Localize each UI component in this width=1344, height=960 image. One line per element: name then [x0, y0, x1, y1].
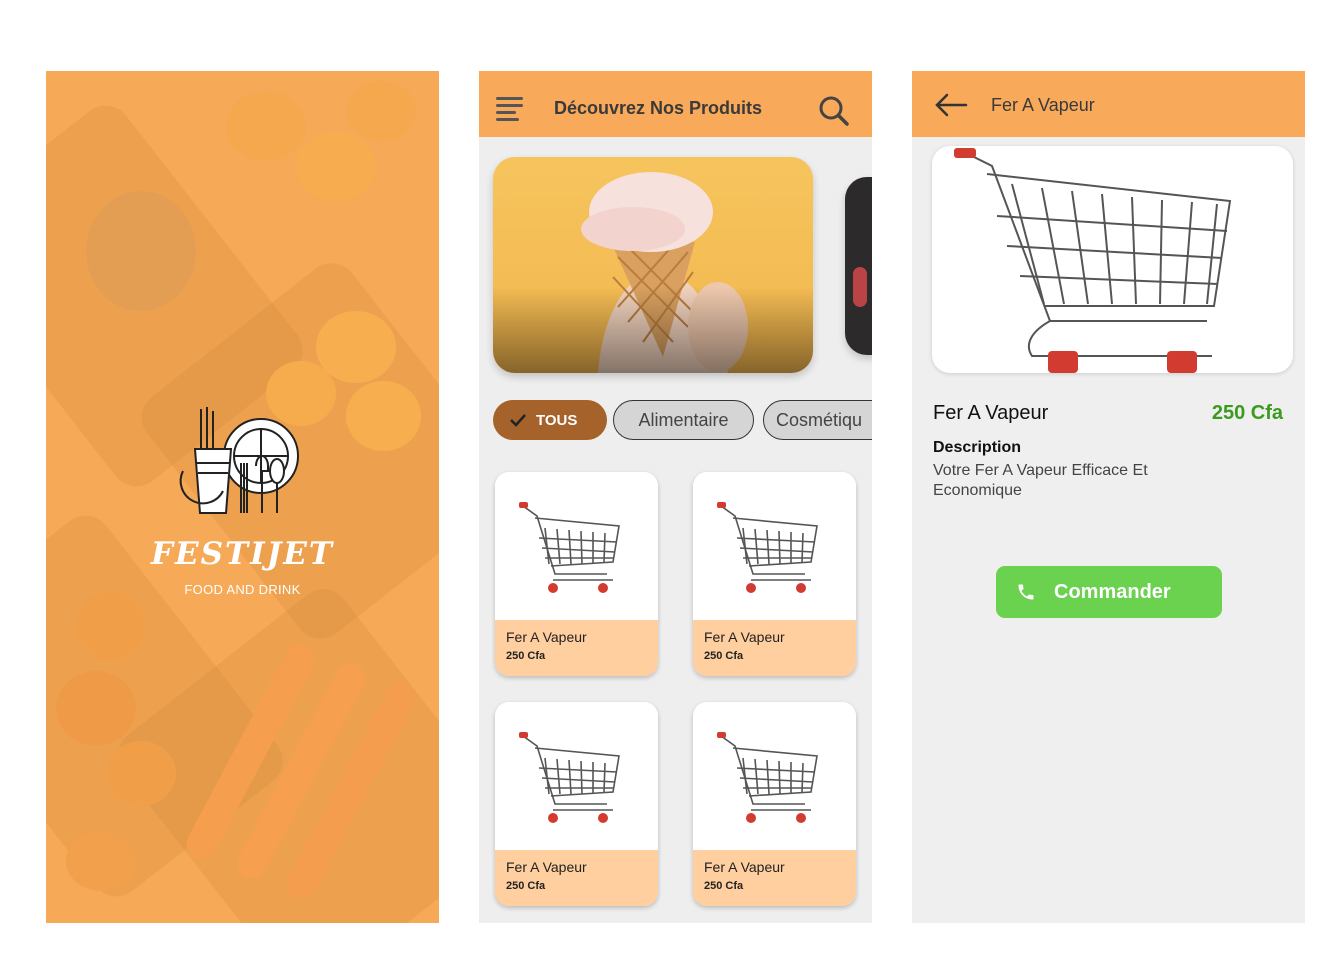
detail-app-bar: Fer A Vapeur [912, 71, 1305, 137]
product-description: Votre Fer A Vapeur Efficace Et Economiqu… [933, 462, 1148, 499]
product-card[interactable]: Fer A Vapeur 250 Cfa [495, 702, 658, 906]
category-chip-food[interactable]: Alimentaire [613, 400, 754, 440]
catalog-screen: Découvrez Nos Produits TOUS Alimentaire … [479, 71, 872, 923]
order-button-label: Commander [1054, 580, 1171, 603]
search-icon[interactable] [818, 95, 850, 127]
product-name: Fer A Vapeur [506, 629, 587, 645]
product-price: 250 Cfa [506, 880, 546, 892]
menu-icon[interactable] [496, 97, 523, 121]
back-arrow-icon[interactable] [934, 93, 968, 117]
product-card[interactable]: Fer A Vapeur 250 Cfa [693, 702, 856, 906]
product-price: 250 Cfa [704, 880, 744, 892]
shopping-cart-image [717, 732, 818, 823]
tableware-icon [179, 407, 299, 514]
product-detail-screen: Fer A Vapeur Fer A Vapeur 250 Cfa Descri… [912, 71, 1305, 923]
product-price: 250 Cfa [506, 650, 546, 662]
category-label: TOUS [536, 411, 578, 429]
catalog-app-bar: Découvrez Nos Produits [479, 71, 872, 137]
product-name: Fer A Vapeur [506, 859, 587, 875]
category-chip-cosmetics[interactable]: Cosmétiqu [763, 400, 872, 440]
product-image [932, 146, 1293, 373]
splash-logo: FESTIJET FOOD AND DRINK [46, 401, 439, 597]
product-name: Fer A Vapeur [704, 629, 785, 645]
product-image [693, 702, 856, 850]
check-icon [510, 414, 526, 427]
brand-tagline: FOOD AND DRINK [184, 582, 301, 597]
ice-cream-image [493, 157, 813, 373]
product-price: 250 Cfa [1211, 402, 1283, 424]
shopping-cart-image [519, 502, 620, 593]
product-image [495, 702, 658, 850]
category-label: Cosmétiqu [776, 409, 863, 430]
shopping-cart-image [954, 148, 1232, 373]
product-price: 250 Cfa [704, 650, 744, 662]
splash-screen: FESTIJET FOOD AND DRINK [46, 71, 439, 923]
product-name: Fer A Vapeur [933, 402, 1049, 424]
promo-banner-next[interactable] [845, 177, 872, 355]
product-image [495, 472, 658, 620]
page-title: Découvrez Nos Produits [554, 98, 763, 118]
page-title: Fer A Vapeur [991, 95, 1095, 115]
shopping-cart-image [717, 502, 818, 593]
product-card[interactable]: Fer A Vapeur 250 Cfa [495, 472, 658, 676]
category-chip-all[interactable]: TOUS [493, 400, 607, 440]
category-label: Alimentaire [638, 409, 729, 430]
product-image [693, 472, 856, 620]
shopping-cart-image [519, 732, 620, 823]
order-button[interactable]: Commander [996, 566, 1222, 618]
product-card[interactable]: Fer A Vapeur 250 Cfa [693, 472, 856, 676]
promo-banner[interactable] [493, 157, 813, 373]
description-label: Description [933, 439, 1022, 456]
brand-name: FESTIJET [151, 536, 334, 572]
product-name: Fer A Vapeur [704, 859, 785, 875]
phone-icon [1016, 582, 1036, 602]
